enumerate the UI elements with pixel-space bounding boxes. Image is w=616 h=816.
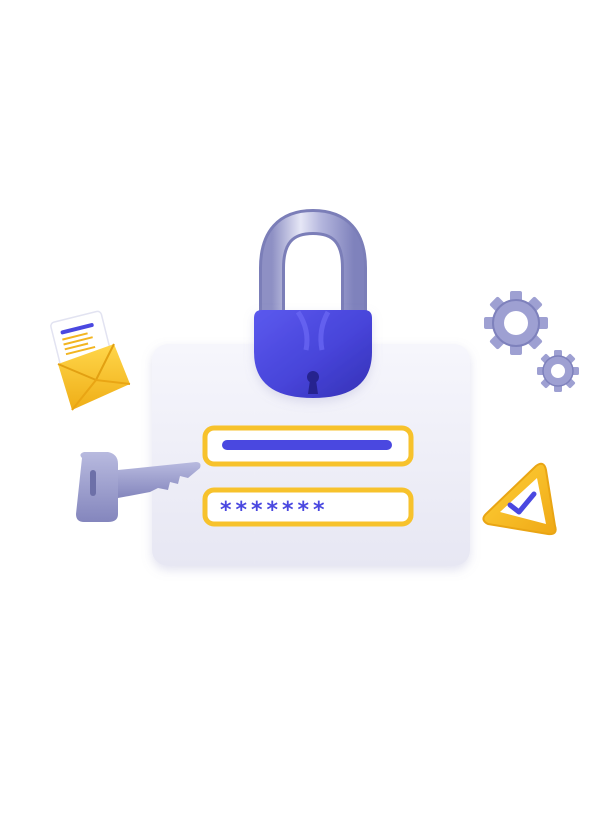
password-field[interactable]: *******: [202, 487, 414, 527]
username-placeholder-bar: [222, 440, 392, 450]
login-security-illustration: *******: [0, 0, 616, 816]
gear-icon-small: [537, 350, 579, 392]
gear-icon: [484, 291, 548, 355]
envelope-icon: [50, 310, 131, 411]
username-field[interactable]: [202, 425, 414, 467]
padlock-icon: [254, 208, 372, 398]
password-masked-value: *******: [220, 498, 329, 523]
warning-check-icon: [482, 462, 557, 536]
illustration-canvas: *******: [50, 208, 579, 566]
